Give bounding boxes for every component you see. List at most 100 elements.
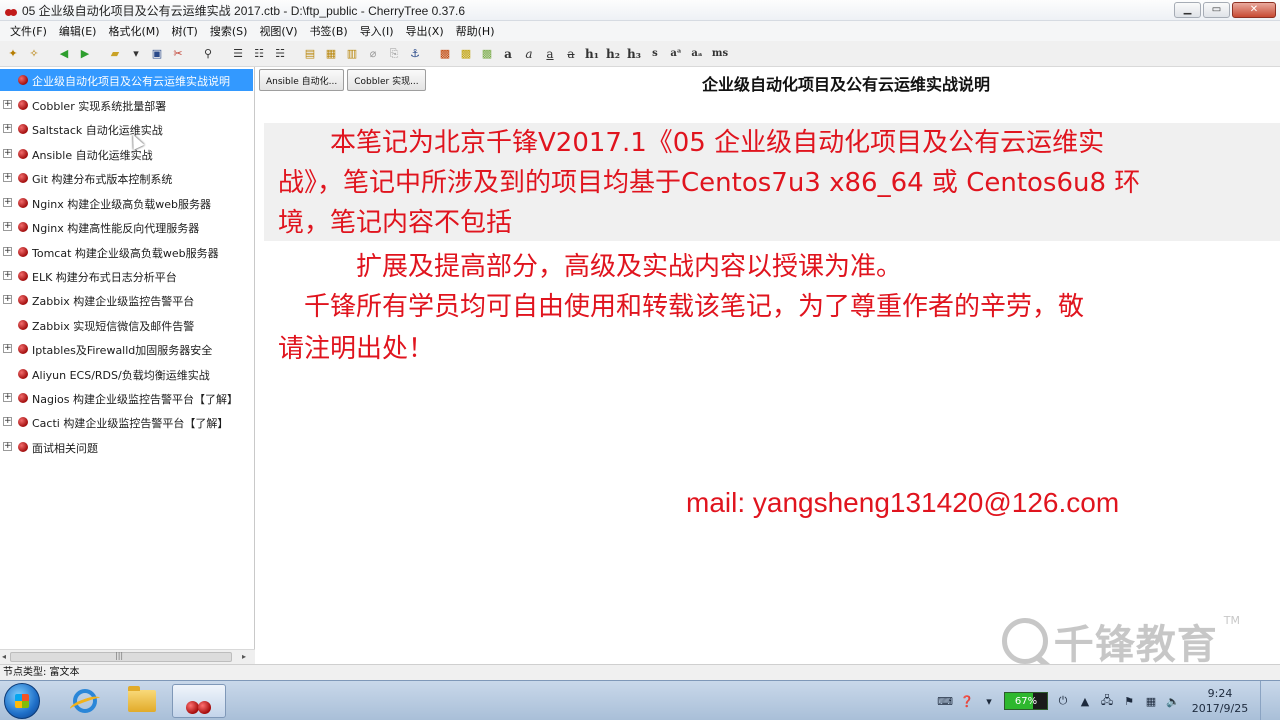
menu-view[interactable]: 视图(V) [253, 23, 303, 39]
volume-icon[interactable]: 🔈 [1166, 694, 1180, 708]
numbered-list-icon[interactable]: ☷ [250, 45, 268, 63]
expand-icon[interactable]: + [3, 100, 12, 109]
taskbar-cherrytree[interactable] [172, 684, 226, 718]
scroll-right-icon[interactable]: ▸ [242, 652, 246, 661]
maximize-button[interactable]: ▭ [1203, 2, 1230, 18]
tree-node-label: Nagios 构建企业级监控告警平台【了解】 [32, 393, 238, 406]
menu-file[interactable]: 文件(F) [4, 23, 53, 39]
tree-node[interactable]: + Iptables及Firewalld加固服务器安全 [0, 338, 253, 360]
scroll-left-icon[interactable]: ◂ [2, 652, 6, 661]
go-back-icon[interactable]: ◀ [55, 45, 73, 63]
show-hidden-icons-icon[interactable]: ▲ [1078, 694, 1092, 708]
export-pdf-icon[interactable]: ✂ [169, 45, 187, 63]
expand-icon[interactable]: + [3, 393, 12, 402]
subscript-button[interactable]: aₐ [688, 45, 706, 63]
monospace-button[interactable]: ms [709, 45, 731, 63]
text-color-icon[interactable]: ▩ [436, 45, 454, 63]
minimize-button[interactable]: ▁ [1174, 2, 1201, 18]
tree-node[interactable]: + ELK 构建分布式日志分析平台 [0, 265, 253, 287]
superscript-button[interactable]: aᵃ [667, 45, 685, 63]
menu-bookmarks[interactable]: 书签(B) [304, 23, 354, 39]
todo-list-icon[interactable]: ☵ [271, 45, 289, 63]
expand-icon[interactable]: + [3, 198, 12, 207]
dropdown-arrow-icon[interactable]: ▾ [127, 45, 145, 63]
show-desktop-button[interactable] [1260, 681, 1272, 720]
insert-codebox-icon[interactable]: ▥ [343, 45, 361, 63]
chevron-down-icon[interactable]: ▾ [982, 694, 996, 708]
add-subnode-icon[interactable]: ✧ [25, 45, 43, 63]
insert-anchor-icon[interactable]: ⚓ [406, 45, 424, 63]
expand-icon[interactable]: + [3, 149, 12, 158]
expand-icon[interactable]: + [3, 124, 12, 133]
insert-image-icon[interactable]: ▤ [301, 45, 319, 63]
tree-node-label: ELK 构建分布式日志分析平台 [32, 271, 177, 284]
scrollbar-thumb[interactable]: ||| [10, 651, 232, 662]
rich-text-editor[interactable]: Ansible 自动化... Cobbler 实现... 企业级自动化项目及公有… [256, 67, 1280, 668]
bold-button[interactable]: a [499, 45, 517, 63]
tree-node[interactable]: + Nagios 构建企业级监控告警平台【了解】 [0, 387, 253, 409]
menu-import[interactable]: 导入(I) [354, 23, 400, 39]
battery-indicator[interactable]: 67% [1004, 692, 1048, 710]
save-icon[interactable]: ▣ [148, 45, 166, 63]
keyboard-icon[interactable]: ⌨ [937, 694, 953, 708]
small-text-button[interactable]: s [646, 45, 664, 63]
tree-node[interactable]: + 面试相关问题 [0, 436, 253, 458]
tree-node[interactable]: + Cobbler 实现系统批量部署 [0, 94, 253, 116]
expand-icon[interactable]: + [3, 295, 12, 304]
bulleted-list-icon[interactable]: ☰ [229, 45, 247, 63]
system-clock[interactable]: 9:24 2017/9/25 [1188, 686, 1252, 716]
action-center-flag-icon[interactable]: ⚑ [1122, 694, 1136, 708]
open-folder-icon[interactable]: ▰ [106, 45, 124, 63]
highlight-color-icon[interactable]: ▩ [457, 45, 475, 63]
tab-ansible[interactable]: Ansible 自动化... [259, 69, 345, 91]
expand-icon[interactable]: + [3, 173, 12, 182]
expand-icon[interactable]: + [3, 344, 12, 353]
tree-node[interactable]: + Nginx 构建企业级高负载web服务器 [0, 192, 253, 214]
tree-node-label: Nginx 构建企业级高负载web服务器 [32, 198, 211, 211]
heading1-button[interactable]: h₁ [583, 45, 601, 63]
menu-edit[interactable]: 编辑(E) [53, 23, 103, 39]
italic-button[interactable]: a [520, 45, 538, 63]
power-plug-icon[interactable]: ⏻ [1056, 694, 1070, 708]
close-button[interactable]: ✕ [1232, 2, 1276, 18]
find-icon[interactable]: ⚲ [199, 45, 217, 63]
menu-help[interactable]: 帮助(H) [450, 23, 501, 39]
network-icon[interactable]: ▦ [1144, 694, 1158, 708]
tree-node[interactable]: + Git 构建分布式版本控制系统 [0, 167, 253, 189]
go-forward-icon[interactable]: ▶ [76, 45, 94, 63]
expand-icon[interactable]: + [3, 222, 12, 231]
taskbar-explorer[interactable] [115, 684, 169, 718]
menu-export[interactable]: 导出(X) [400, 23, 450, 39]
expand-icon[interactable]: + [3, 247, 12, 256]
tree-node[interactable]: + Tomcat 构建企业级高负载web服务器 [0, 241, 253, 263]
underline-button[interactable]: a [541, 45, 559, 63]
tree-node[interactable]: Aliyun ECS/RDS/负载均衡运维实战 [0, 363, 253, 385]
tree-node[interactable]: + Nginx 构建高性能反向代理服务器 [0, 216, 253, 238]
help-icon[interactable]: ❓ [960, 694, 974, 708]
tab-cobbler[interactable]: Cobbler 实现... [347, 69, 426, 91]
menu-format[interactable]: 格式化(M) [102, 23, 165, 39]
heading3-button[interactable]: h₃ [625, 45, 643, 63]
start-button[interactable] [4, 683, 40, 719]
tree-node[interactable]: + Zabbix 构建企业级监控告警平台 [0, 289, 253, 311]
network-device-icon[interactable]: 🖧 [1100, 694, 1114, 708]
tree-node[interactable]: 企业级自动化项目及公有云运维实战说明 [0, 69, 253, 91]
expand-icon[interactable]: + [3, 271, 12, 280]
menu-tree[interactable]: 树(T) [166, 23, 204, 39]
strikethrough-button[interactable]: a [562, 45, 580, 63]
insert-link-icon[interactable]: ⌀ [364, 45, 382, 63]
menu-search[interactable]: 搜索(S) [204, 23, 254, 39]
tree-node[interactable]: Zabbix 实现短信微信及邮件告警 [0, 314, 253, 336]
add-node-icon[interactable]: ✦ [4, 45, 22, 63]
node-tree[interactable]: 企业级自动化项目及公有云运维实战说明 + Cobbler 实现系统批量部署 + … [0, 67, 255, 649]
taskbar-ie[interactable] [58, 684, 112, 718]
tree-horizontal-scrollbar[interactable]: ◂ ||| ▸ [0, 649, 255, 664]
tree-node[interactable]: + Ansible 自动化运维实战 [0, 143, 253, 165]
insert-table-icon[interactable]: ▦ [322, 45, 340, 63]
tree-node[interactable]: + Cacti 构建企业级监控告警平台【了解】 [0, 411, 253, 433]
clear-format-icon[interactable]: ▩ [478, 45, 496, 63]
insert-file-icon[interactable]: ⎘ [385, 45, 403, 63]
expand-icon[interactable]: + [3, 442, 12, 451]
expand-icon[interactable]: + [3, 417, 12, 426]
heading2-button[interactable]: h₂ [604, 45, 622, 63]
